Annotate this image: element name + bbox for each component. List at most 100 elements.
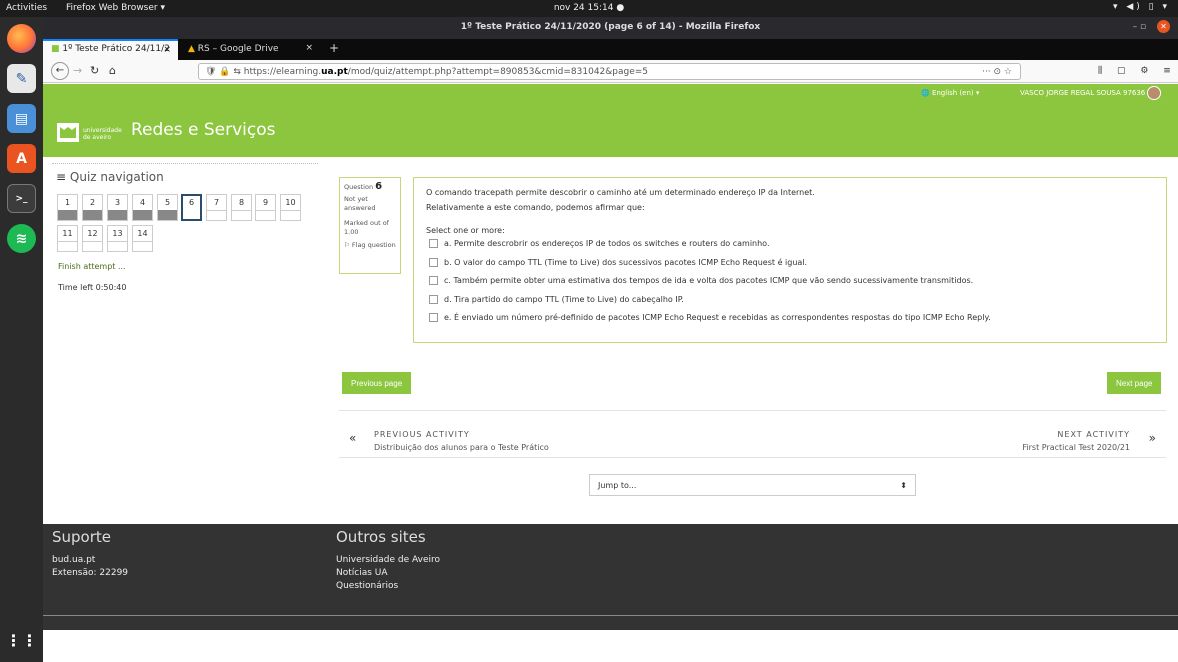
logo-line-1: universidade bbox=[83, 127, 122, 134]
window-titlebar: 1º Teste Prático 24/11/2020 (page 6 of 1… bbox=[43, 17, 1178, 39]
previous-activity-link[interactable]: Distribuição dos alunos para o Teste Prá… bbox=[374, 443, 549, 452]
close-tab-icon[interactable]: × bbox=[163, 45, 171, 55]
logo-line-2: de aveiro bbox=[83, 134, 111, 141]
option-label[interactable]: e. É enviado um número pré-definido de p… bbox=[444, 313, 991, 322]
flag-question-link[interactable]: ⚐ Flag question bbox=[344, 241, 396, 250]
checkbox[interactable] bbox=[429, 257, 438, 267]
page-content: 🌐 English (en) ▾ VASCO JORGE REGAL SOUSA… bbox=[43, 84, 1178, 662]
terminal-icon[interactable]: >_ bbox=[7, 184, 36, 213]
back-button[interactable]: ← bbox=[51, 62, 69, 80]
question-number: 6 bbox=[375, 181, 383, 192]
software-center-icon[interactable]: A bbox=[7, 144, 36, 173]
clock[interactable]: nov 24 15:14 ● bbox=[0, 3, 1178, 13]
question-label: Question bbox=[344, 183, 374, 191]
question-number: 14 bbox=[137, 229, 148, 238]
close-window-icon[interactable]: ✕ bbox=[1157, 20, 1170, 33]
question-number: 5 bbox=[164, 198, 171, 207]
unanswered-bar bbox=[83, 241, 102, 251]
question-button-13[interactable]: 13 bbox=[107, 225, 128, 252]
logo-text: universidade de aveiro bbox=[83, 127, 122, 141]
question-number: 9 bbox=[262, 198, 269, 207]
other-site-link[interactable]: Universidade de Aveiro bbox=[336, 554, 440, 567]
checkbox[interactable] bbox=[429, 313, 438, 322]
question-button-11[interactable]: 11 bbox=[57, 225, 78, 252]
question-button-6[interactable]: 6 bbox=[181, 194, 202, 221]
question-button-4[interactable]: 4 bbox=[132, 194, 153, 221]
user-name[interactable]: VASCO JORGE REGAL SOUSA 97636 bbox=[1020, 89, 1145, 97]
question-number-line: Question 6 bbox=[344, 182, 396, 192]
window-title: 1º Teste Prático 24/11/2020 (page 6 of 1… bbox=[460, 22, 761, 32]
option-label[interactable]: d. Tira partido do campo TTL (Time to Li… bbox=[444, 295, 684, 304]
toolbar-right-icons[interactable]: ⫼ ▢ ⚙ ≡ bbox=[1098, 66, 1177, 76]
tab-label: 1º Teste Prático 24/11/2 bbox=[62, 44, 170, 54]
checkbox[interactable] bbox=[429, 276, 438, 285]
ua-logo-icon[interactable] bbox=[57, 123, 79, 142]
answer-option-b[interactable]: b. O valor do campo TTL (Time to Live) d… bbox=[426, 257, 1154, 276]
jump-to-select[interactable]: Jump to... ⬍ bbox=[589, 474, 916, 496]
question-marks: Marked out of 1.00 bbox=[344, 219, 389, 236]
reload-button[interactable]: ↻ bbox=[90, 64, 99, 77]
finish-attempt-link[interactable]: Finish attempt ... bbox=[58, 262, 126, 271]
activity-navigation: « PREVIOUS ACTIVITY Distribuição dos alu… bbox=[339, 410, 1166, 458]
unanswered-bar bbox=[281, 210, 300, 220]
tab-quiz[interactable]: ■ 1º Teste Prático 24/11/2 × bbox=[43, 39, 178, 60]
question-text-2: Relativamente a este comando, podemos af… bbox=[426, 203, 645, 212]
previous-activity-arrow-icon[interactable]: « bbox=[349, 431, 356, 445]
question-number: 6 bbox=[188, 198, 195, 207]
close-tab-icon[interactable]: × bbox=[305, 43, 313, 53]
other-site-link[interactable]: Questionários bbox=[336, 580, 440, 593]
support-title: Suporte bbox=[52, 528, 112, 546]
unanswered-bar bbox=[256, 210, 275, 220]
option-label[interactable]: b. O valor do campo TTL (Time to Live) d… bbox=[444, 258, 807, 267]
new-tab-button[interactable]: + bbox=[321, 39, 341, 60]
files-icon[interactable]: ▤ bbox=[7, 104, 36, 133]
firefox-icon[interactable] bbox=[7, 24, 36, 53]
other-site-link[interactable]: Notícias UA bbox=[336, 567, 440, 580]
answer-option-d[interactable]: d. Tira partido do campo TTL (Time to Li… bbox=[426, 294, 1154, 313]
answer-prompt: Select one or more: bbox=[426, 226, 505, 235]
question-button-2[interactable]: 2 bbox=[82, 194, 103, 221]
question-button-12[interactable]: 12 bbox=[82, 225, 103, 252]
previous-page-button[interactable]: Previous page bbox=[342, 372, 412, 394]
question-button-7[interactable]: 7 bbox=[206, 194, 227, 221]
question-button-9[interactable]: 9 bbox=[255, 194, 276, 221]
question-text-1: O comando tracepath permite descobrir o … bbox=[426, 188, 815, 197]
question-number: 10 bbox=[285, 198, 296, 207]
next-page-button[interactable]: Next page bbox=[1107, 372, 1162, 394]
language-menu[interactable]: 🌐 English (en) ▾ bbox=[921, 89, 979, 97]
checkbox[interactable] bbox=[429, 239, 438, 248]
next-activity-arrow-icon[interactable]: » bbox=[1149, 431, 1156, 445]
show-apps-icon[interactable]: ⋮⋮ bbox=[6, 626, 38, 655]
time-left-label: Time left bbox=[58, 283, 96, 292]
answered-bar bbox=[58, 210, 77, 220]
home-button[interactable]: ⌂ bbox=[109, 64, 116, 77]
answer-option-a[interactable]: a. Permite descrobrir os endereços IP de… bbox=[426, 238, 1154, 257]
question-button-14[interactable]: 14 bbox=[132, 225, 153, 252]
question-button-3[interactable]: 3 bbox=[107, 194, 128, 221]
window-minmax[interactable]: – ▫ bbox=[1133, 22, 1146, 32]
quiz-nav-title: Quiz navigation bbox=[69, 170, 164, 184]
answer-option-c[interactable]: c. Também permite obter uma estimativa d… bbox=[426, 275, 1154, 294]
system-tray[interactable]: ▾ ◀) ▯ ▾ bbox=[1113, 2, 1170, 12]
avatar[interactable] bbox=[1147, 86, 1161, 100]
question-button-8[interactable]: 8 bbox=[231, 194, 252, 221]
question-button-10[interactable]: 10 bbox=[280, 194, 301, 221]
course-title[interactable]: Redes e Serviços bbox=[131, 120, 276, 140]
option-label[interactable]: a. Permite descrobrir os endereços IP de… bbox=[444, 239, 769, 248]
text-editor-icon[interactable]: ✎ bbox=[7, 64, 36, 93]
tab-google-drive[interactable]: ▲ RS – Google Drive × bbox=[180, 39, 320, 60]
question-number: 8 bbox=[238, 198, 245, 207]
question-button-1[interactable]: 1 bbox=[57, 194, 78, 221]
question-number: 13 bbox=[112, 229, 123, 238]
forward-button[interactable]: → bbox=[73, 64, 82, 77]
support-link[interactable]: bud.ua.pt bbox=[52, 554, 128, 567]
option-label[interactable]: c. Também permite obter uma estimativa d… bbox=[444, 276, 973, 285]
answer-option-e[interactable]: e. É enviado um número pré-definido de p… bbox=[426, 312, 1154, 331]
question-button-5[interactable]: 5 bbox=[157, 194, 178, 221]
window-controls[interactable]: – ▫ ✕ bbox=[1133, 20, 1170, 33]
next-activity-link[interactable]: First Practical Test 2020/21 bbox=[1022, 443, 1130, 452]
spotify-icon[interactable]: ≋ bbox=[7, 224, 36, 253]
url-bar[interactable]: 🛡 🔒 ⇆ https://elearning.ua.pt/mod/quiz/a… bbox=[198, 63, 1021, 80]
checkbox[interactable] bbox=[429, 294, 438, 304]
url-actions[interactable]: ··· ⊙ ☆ bbox=[982, 67, 1012, 77]
